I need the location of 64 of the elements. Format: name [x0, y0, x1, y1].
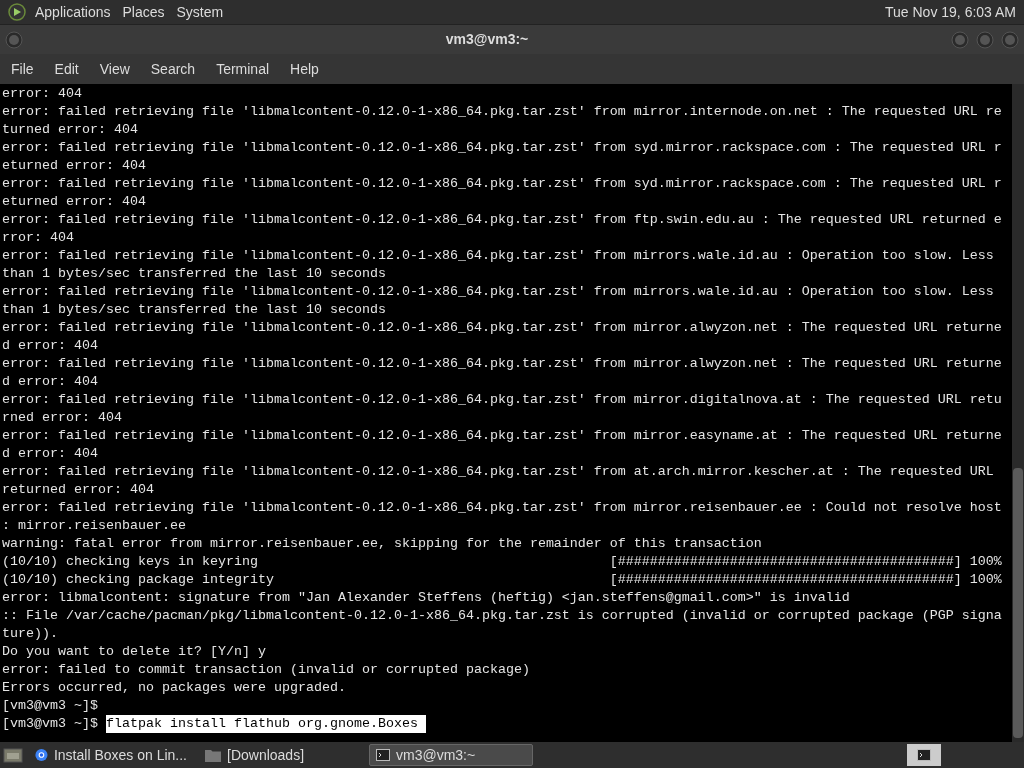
show-desktop-icon[interactable]	[3, 746, 23, 764]
terminal-icon	[376, 749, 390, 761]
terminal-line: error: failed retrieving file 'libmalcontent-0.12.0-1-x86_64.pkg.tar.zst' from ftp.swin.edu.au : The requested URL returned e	[2, 211, 1002, 229]
terminal-line: error: failed retrieving file 'libmalcontent-0.12.0-1-x86_64.pkg.tar.zst' from mirror.digitalnova.at : The requested URL retu	[2, 391, 1002, 409]
terminal-line: error: failed retrieving file 'libmalcontent-0.12.0-1-x86_64.pkg.tar.zst' from mirror.alwyzon.net : The requested URL returne	[2, 319, 1002, 337]
terminal-line: error: failed retrieving file 'libmalcontent-0.12.0-1-x86_64.pkg.tar.zst' from mirror.alwyzon.net : The requested URL returne	[2, 355, 1002, 373]
terminal-line: eturned error: 404	[2, 157, 146, 175]
window-control-icon[interactable]	[976, 30, 994, 49]
terminal-line: d error: 404	[2, 337, 98, 355]
panel-menu[interactable]: Applications	[35, 1, 111, 23]
globe-icon	[35, 747, 48, 763]
window-title: vm3@vm3:~	[445, 30, 529, 49]
workspace-window-icon	[917, 749, 931, 761]
scrollbar-thumb[interactable]	[1013, 468, 1023, 738]
menu-item[interactable]: View	[91, 58, 138, 80]
menu-item[interactable]: Search	[142, 58, 204, 80]
window-control-icon[interactable]	[951, 30, 969, 49]
shell-prompt: [vm3@vm3 ~]$	[2, 697, 98, 715]
terminal-line: warning: fatal error from mirror.reisenbauer.ee, skipping for the remainder of this transaction	[2, 535, 762, 553]
clock[interactable]: Tue Nov 19, 6:03 AM	[885, 1, 1016, 23]
taskbar-task[interactable]: Install Boxes on Lin...	[29, 744, 193, 766]
terminal-line: turned error: 404	[2, 121, 138, 139]
terminal-line: error: libmalcontent: signature from "Jan Alexander Steffens (heftig) <jan.steffens@gmail.com>" is invalid	[2, 589, 850, 607]
terminal-line: eturned error: 404	[2, 193, 146, 211]
terminal-line: than 1 bytes/sec transferred the last 10 seconds	[2, 265, 386, 283]
terminal-line: error: failed retrieving file 'libmalcontent-0.12.0-1-x86_64.pkg.tar.zst' from at.arch.mirror.kescher.at : The requested URL	[2, 463, 994, 481]
terminal-line: returned error: 404	[2, 481, 154, 499]
terminal-line: Errors occurred, no packages were upgraded.	[2, 679, 346, 697]
terminal-line: error: failed retrieving file 'libmalcontent-0.12.0-1-x86_64.pkg.tar.zst' from syd.mirror.rackspace.com : The requested URL r	[2, 175, 1002, 193]
terminal-line: : mirror.reisenbauer.ee	[2, 517, 186, 535]
menu-item[interactable]: Help	[282, 58, 327, 80]
shell-prompt: [vm3@vm3 ~]$	[2, 715, 98, 733]
terminal-line: error: failed retrieving file 'libmalcontent-0.12.0-1-x86_64.pkg.tar.zst' from mirror.easyname.at : The requested URL returne	[2, 427, 1002, 445]
terminal-line: rned error: 404	[2, 409, 122, 427]
command-input[interactable]: flatpak install flathub org.gnome.Boxes	[106, 715, 426, 733]
window-control-icon[interactable]	[5, 30, 23, 49]
window-control-icon[interactable]	[1001, 30, 1019, 49]
terminal-line: d error: 404	[2, 373, 98, 391]
taskbar-task[interactable]: [Downloads]	[199, 744, 363, 766]
folder-icon	[205, 748, 221, 762]
terminal-line: than 1 bytes/sec transferred the last 10 seconds	[2, 301, 386, 319]
terminal-line: :: File /var/cache/pacman/pkg/libmalcontent-0.12.0-1-x86_64.pkg.tar.zst is corrupted (invalid or corrupted package (PGP signa	[2, 607, 1002, 625]
terminal-line: Do you want to delete it? [Y/n] y	[2, 643, 266, 661]
scrollbar[interactable]	[1012, 84, 1024, 742]
terminal-line: error: 404	[2, 85, 82, 103]
terminal-line: ture)).	[2, 625, 58, 643]
terminal-line: (10/10) checking package integrity [##########################################] 100%	[2, 571, 1002, 589]
menu-item[interactable]: Edit	[46, 58, 87, 80]
panel-menu[interactable]: Places	[122, 1, 165, 23]
taskbar-task[interactable]: vm3@vm3:~	[369, 744, 533, 766]
terminal-line: error: failed retrieving file 'libmalcontent-0.12.0-1-x86_64.pkg.tar.zst' from mirror.internode.on.net : The requested URL re	[2, 103, 1002, 121]
menu-item[interactable]: File	[3, 58, 42, 80]
menu-item[interactable]: Terminal	[208, 58, 278, 80]
terminal-line: error: failed to commit transaction (invalid or corrupted package)	[2, 661, 530, 679]
logo-icon[interactable]	[8, 3, 26, 21]
terminal-line: rror: 404	[2, 229, 74, 247]
panel-menu[interactable]: System	[176, 1, 224, 23]
terminal-line: d error: 404	[2, 445, 98, 463]
terminal-line: (10/10) checking keys in keyring [##########################################] 100%	[2, 553, 1002, 571]
workspace-switcher[interactable]	[907, 744, 941, 766]
terminal-line: error: failed retrieving file 'libmalcontent-0.12.0-1-x86_64.pkg.tar.zst' from mirrors.wale.id.au : Operation too slow. Less	[2, 247, 994, 265]
terminal-line: error: failed retrieving file 'libmalcontent-0.12.0-1-x86_64.pkg.tar.zst' from mirrors.wale.id.au : Operation too slow. Less	[2, 283, 994, 301]
terminal-line: error: failed retrieving file 'libmalcontent-0.12.0-1-x86_64.pkg.tar.zst' from syd.mirror.rackspace.com : The requested URL r	[2, 139, 1002, 157]
terminal-line: error: failed retrieving file 'libmalcontent-0.12.0-1-x86_64.pkg.tar.zst' from mirror.reisenbauer.ee : Could not resolve host	[2, 499, 1002, 517]
